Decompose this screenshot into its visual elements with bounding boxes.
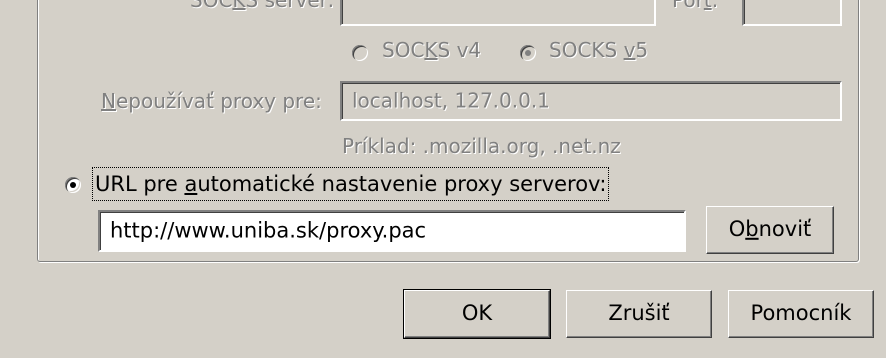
- socks-v5-radio[interactable]: [520, 45, 536, 61]
- radio-dot-icon: [70, 182, 76, 188]
- socks-v5-label-prefix: SOCKS: [549, 38, 624, 62]
- socks-v5-label-accel: v: [623, 38, 636, 62]
- socks-port-field[interactable]: [742, 0, 842, 26]
- auto-proxy-label[interactable]: URL pre automatické nastavenie proxy ser…: [91, 167, 610, 201]
- no-proxy-label: Nepoužívať proxy pre:: [101, 89, 322, 113]
- radio-dot-icon: [525, 50, 531, 56]
- no-proxy-label-rest: epoužívať proxy pre:: [115, 89, 322, 113]
- reload-label-accel: b: [745, 216, 759, 241]
- no-proxy-value: localhost, 127.0.0.1: [352, 88, 550, 113]
- reload-label-prefix: O: [728, 216, 746, 241]
- ok-button[interactable]: OK: [403, 289, 551, 339]
- no-proxy-label-accel: N: [101, 89, 116, 113]
- auto-proxy-label-suffix: utomatické nastavenie proxy serverov:: [197, 172, 607, 196]
- no-proxy-field[interactable]: localhost, 127.0.0.1: [340, 81, 842, 121]
- socks-server-label: SOCKS server:: [190, 0, 335, 12]
- help-button[interactable]: Pomocník: [728, 290, 874, 338]
- socks-v4-radio[interactable]: [352, 45, 368, 61]
- reload-button[interactable]: Obnoviť: [706, 206, 834, 254]
- reload-button-label: Obnoviť: [707, 217, 833, 241]
- auto-proxy-label-accel: a: [184, 172, 198, 196]
- pac-url-value: http://www.uniba.sk/proxy.pac: [110, 218, 427, 243]
- socks-v4-label: SOCKS v4: [382, 38, 481, 62]
- socks-server-field[interactable]: [340, 0, 656, 26]
- reload-label-suffix: noviť: [758, 216, 812, 241]
- pac-url-input[interactable]: http://www.uniba.sk/proxy.pac: [98, 210, 686, 252]
- cancel-button[interactable]: Zrušiť: [566, 290, 712, 338]
- socks-v5-label: SOCKS v5: [549, 38, 648, 62]
- auto-proxy-label-prefix: URL pre: [95, 172, 185, 196]
- help-button-label: Pomocník: [750, 300, 852, 325]
- socks-v5-label-suffix: 5: [635, 38, 649, 62]
- no-proxy-example: Príklad: .mozilla.org, .net.nz: [342, 134, 621, 158]
- auto-proxy-radio[interactable]: [65, 177, 81, 193]
- socks-v4-label-accel: K: [424, 38, 438, 62]
- socks-v4-label-prefix: SOC: [382, 38, 425, 62]
- socks-v4-label-suffix: S v4: [437, 38, 482, 62]
- cancel-button-label: Zrušiť: [608, 300, 670, 325]
- ok-button-label: OK: [461, 300, 493, 325]
- socks-port-label: Port:: [672, 0, 719, 12]
